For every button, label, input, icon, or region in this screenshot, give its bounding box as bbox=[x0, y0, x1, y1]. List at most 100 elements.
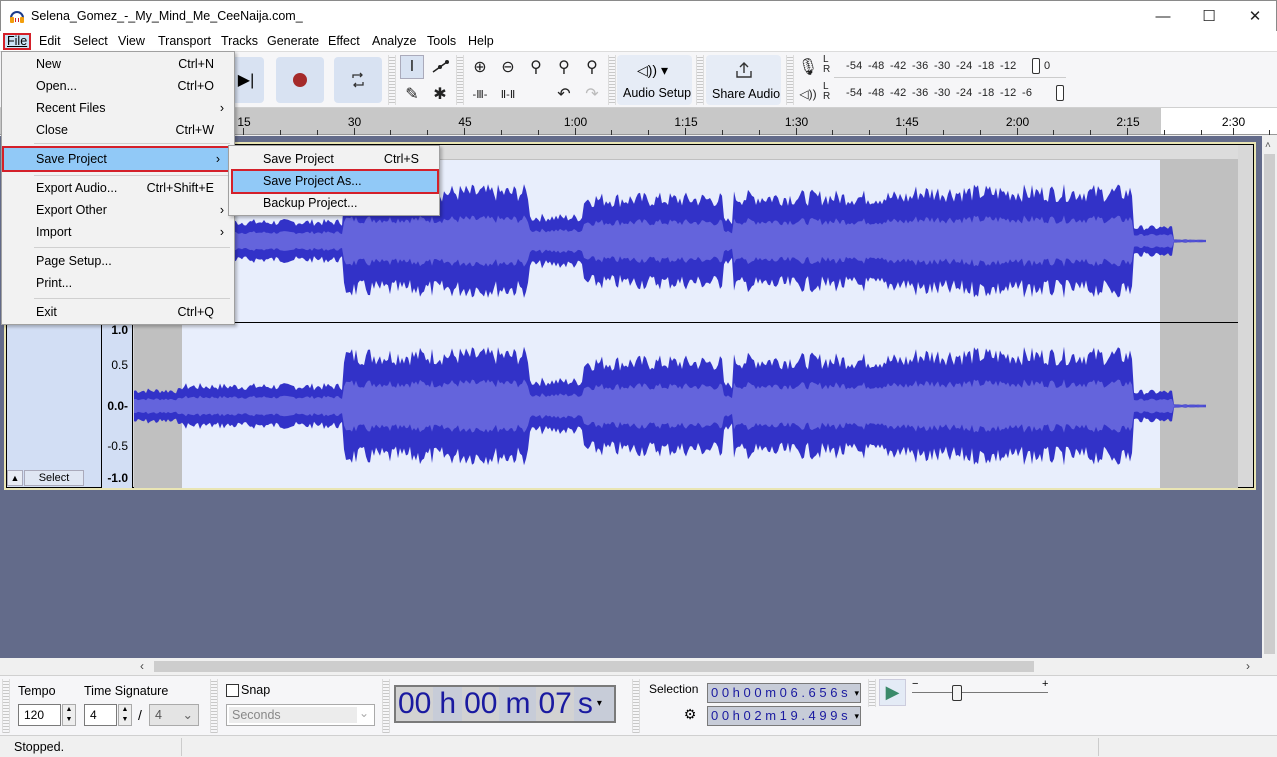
menu-transport[interactable]: Transport bbox=[155, 33, 214, 50]
scroll-left-icon[interactable]: ‹ bbox=[140, 659, 144, 673]
time-format-dropdown-icon[interactable]: ▾ bbox=[597, 687, 602, 721]
menu-effect[interactable]: Effect bbox=[325, 33, 363, 50]
silence-button[interactable]: Ⅱ-Ⅱ bbox=[496, 82, 520, 106]
menu-item-exit[interactable]: Exit Ctrl+Q bbox=[2, 301, 234, 323]
toolbar-grip[interactable] bbox=[696, 55, 704, 105]
ruler-tick bbox=[243, 128, 244, 135]
zoom-toggle-button[interactable]: ⚲ bbox=[580, 55, 604, 79]
share-icon bbox=[736, 62, 752, 78]
toolbar-grip[interactable] bbox=[388, 55, 396, 105]
toolbar-grip[interactable] bbox=[868, 679, 876, 707]
collapse-track-button[interactable]: ▲ bbox=[7, 470, 23, 486]
menu-item-page-setup[interactable]: Page Setup... bbox=[2, 250, 234, 272]
tempo-input[interactable] bbox=[18, 704, 61, 726]
envelope-tool[interactable] bbox=[428, 55, 452, 79]
snap-checkbox[interactable] bbox=[226, 684, 239, 697]
horizontal-scroll-thumb[interactable] bbox=[154, 661, 1034, 672]
meter-slider-thumb[interactable] bbox=[1056, 85, 1064, 101]
menu-item-export-audio[interactable]: Export Audio... Ctrl+Shift+E bbox=[2, 177, 234, 199]
status-divider bbox=[1098, 738, 1099, 756]
menu-item-save-project-as[interactable]: Save Project As... bbox=[231, 169, 439, 194]
menu-item-print[interactable]: Print... bbox=[2, 272, 234, 294]
zoom-out-button[interactable]: ⊖ bbox=[496, 55, 520, 79]
menu-help[interactable]: Help bbox=[465, 33, 497, 50]
ruler-tick bbox=[1053, 130, 1055, 135]
menu-item-backup-project[interactable]: Backup Project... bbox=[229, 192, 439, 214]
channel-divider bbox=[134, 322, 1238, 323]
record-button[interactable] bbox=[276, 57, 324, 103]
ruler-tick-label: 1:30 bbox=[784, 115, 809, 129]
menu-edit[interactable]: Edit bbox=[36, 33, 64, 50]
toolbar-grip[interactable] bbox=[786, 55, 794, 105]
speed-slider-thumb[interactable] bbox=[951, 685, 962, 701]
menu-tools[interactable]: Tools bbox=[424, 33, 459, 50]
time-sig-numerator[interactable] bbox=[84, 704, 117, 726]
menu-tracks[interactable]: Tracks bbox=[218, 33, 261, 50]
menu-item-export-other[interactable]: Export Other › bbox=[2, 199, 234, 221]
toolbar-grip[interactable] bbox=[608, 55, 616, 105]
minimize-button[interactable]: — bbox=[1140, 1, 1186, 31]
select-track-button[interactable]: Select bbox=[24, 470, 84, 486]
toolbar-grip[interactable] bbox=[210, 679, 218, 733]
record-meter[interactable]: -54 -48 -42 -36 -30 -24 -18 -12 0 bbox=[834, 54, 1066, 78]
toolbar-grip[interactable] bbox=[632, 679, 640, 733]
time-sig-spinner[interactable]: ▲ ▼ bbox=[118, 704, 132, 726]
ruler-tick bbox=[353, 128, 355, 135]
play-at-speed-button[interactable]: ▶ bbox=[879, 679, 906, 706]
menu-item-new[interactable]: New Ctrl+N bbox=[2, 53, 234, 75]
toolbar-grip[interactable] bbox=[382, 679, 390, 733]
menu-item-close[interactable]: Close Ctrl+W bbox=[2, 119, 234, 141]
chevron-down-icon[interactable]: ▾ bbox=[854, 684, 859, 702]
scroll-up-icon[interactable]: ˄ bbox=[1265, 140, 1271, 151]
status-divider bbox=[181, 738, 182, 756]
selection-start-field[interactable]: 0 0 h 0 0 m 0 6 . 6 5 6 s ▾ bbox=[707, 683, 861, 703]
selection-end-field[interactable]: 0 0 h 0 2 m 1 9 . 4 9 9 s ▾ bbox=[707, 706, 861, 726]
menu-separator bbox=[34, 298, 230, 299]
close-button[interactable]: ✕ bbox=[1232, 1, 1277, 31]
record-meter-button[interactable]: 🎙 bbox=[796, 55, 820, 79]
meter-slider-thumb[interactable] bbox=[1032, 58, 1040, 74]
menu-generate[interactable]: Generate bbox=[264, 33, 322, 50]
i-beam-icon: I bbox=[409, 58, 415, 75]
fit-selection-button[interactable]: ⚲ bbox=[524, 55, 548, 79]
loop-button[interactable] bbox=[334, 57, 382, 103]
vertical-scrollbar[interactable]: ˄ bbox=[1262, 136, 1277, 658]
menu-item-shortcut: Ctrl+W bbox=[175, 123, 214, 137]
undo-button[interactable]: ↶ bbox=[552, 82, 576, 106]
menu-item-import[interactable]: Import › bbox=[2, 221, 234, 243]
share-audio-button[interactable]: Share Audio bbox=[706, 55, 781, 105]
snap-unit-select[interactable]: Seconds ⌄ bbox=[226, 704, 375, 726]
audio-setup-button[interactable]: ◁)) ▾ Audio Setup bbox=[617, 55, 692, 105]
speed-slider[interactable] bbox=[912, 692, 1048, 693]
tempo-spinner[interactable]: ▲ ▼ bbox=[62, 704, 76, 726]
playback-meter[interactable]: -54 -48 -42 -36 -30 -24 -18 -12 -6 bbox=[834, 81, 1066, 105]
menu-analyze[interactable]: Analyze bbox=[369, 33, 419, 50]
menu-file[interactable]: File bbox=[3, 33, 32, 50]
menu-view[interactable]: View bbox=[115, 33, 148, 50]
chevron-down-icon[interactable]: ▾ bbox=[854, 707, 859, 725]
time-sig-denominator-select[interactable]: 4 ⌄ bbox=[149, 704, 199, 726]
zoom-in-button[interactable]: ⊕ bbox=[468, 55, 492, 79]
maximize-button[interactable]: ☐ bbox=[1186, 1, 1232, 31]
vertical-scroll-thumb[interactable] bbox=[1264, 154, 1275, 654]
toolbar-grip[interactable] bbox=[456, 55, 464, 105]
menu-item-save-project[interactable]: Save Project Ctrl+S bbox=[229, 148, 439, 170]
playback-meter-button[interactable]: ◁)) bbox=[796, 82, 820, 106]
redo-button[interactable]: ↷ bbox=[580, 82, 604, 106]
trim-button[interactable]: -Ⅲ- bbox=[468, 82, 492, 106]
menu-select[interactable]: Select bbox=[70, 33, 111, 50]
menu-item-save-project[interactable]: Save Project › bbox=[2, 146, 230, 172]
selection-settings-button[interactable]: ⚙ bbox=[680, 706, 700, 726]
gear-icon: ⚙ bbox=[683, 706, 697, 722]
fit-project-button[interactable]: ⚲ bbox=[552, 55, 576, 79]
multi-tool[interactable]: ✱ bbox=[428, 82, 452, 106]
track-control-panel[interactable]: ▲ Select bbox=[7, 322, 101, 487]
draw-tool[interactable]: ✎ bbox=[400, 82, 424, 106]
horizontal-scrollbar[interactable]: ‹ › bbox=[0, 658, 1262, 675]
scroll-right-icon[interactable]: › bbox=[1246, 659, 1250, 673]
selection-tool[interactable]: I bbox=[400, 55, 424, 79]
menu-item-open[interactable]: Open... Ctrl+O bbox=[2, 75, 234, 97]
menu-item-recent-files[interactable]: Recent Files › bbox=[2, 97, 234, 119]
time-display[interactable]: 00 h 00 m 07 s ▾ bbox=[394, 685, 616, 723]
toolbar-grip[interactable] bbox=[2, 679, 10, 733]
